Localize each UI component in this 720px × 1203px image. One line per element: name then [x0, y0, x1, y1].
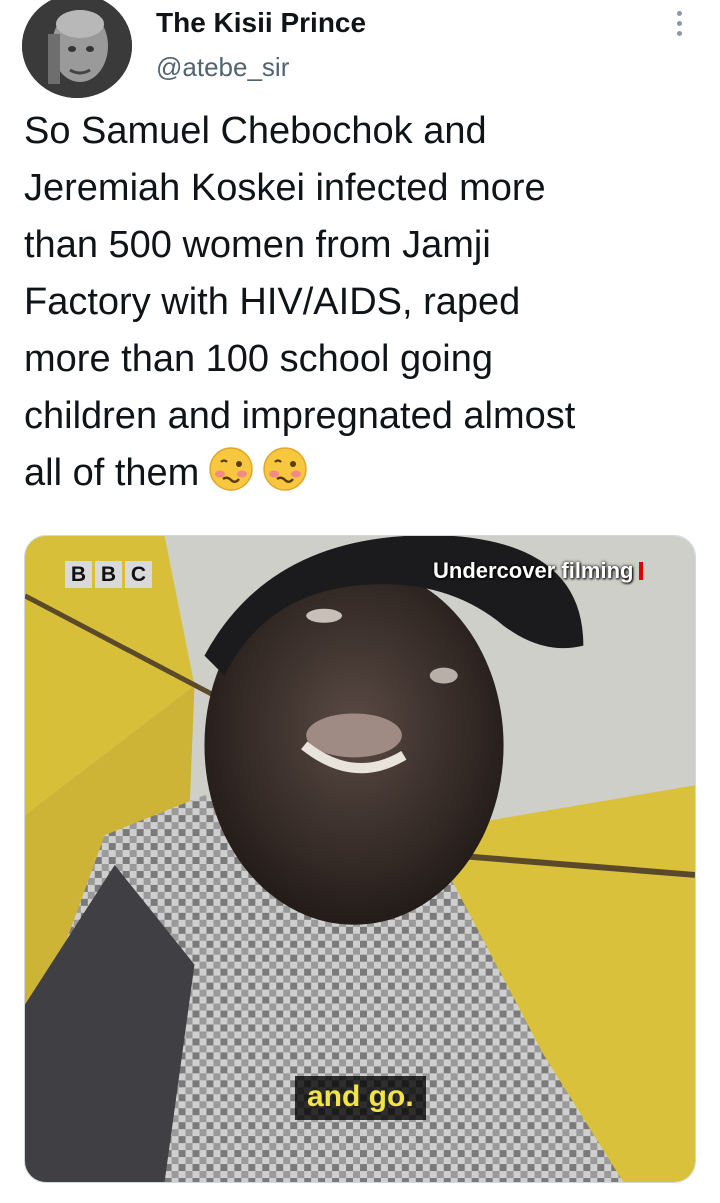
video-overlay-label: Undercover filming: [433, 558, 644, 584]
tweet: The Kisii Prince @atebe_sir So Samuel Ch…: [0, 0, 720, 1203]
handle[interactable]: @atebe_sir: [156, 51, 289, 83]
overlay-label-text: Undercover filming: [433, 558, 634, 583]
avatar[interactable]: [22, 0, 132, 98]
tweet-media-video[interactable]: B B C Undercover filming and go.: [24, 535, 696, 1183]
video-caption: and go.: [295, 1076, 426, 1120]
tweet-body: So Samuel Chebochok and Jeremiah Koskei …: [24, 110, 576, 494]
bbc-logo-letter: B: [65, 561, 92, 588]
more-options-button[interactable]: [664, 6, 694, 40]
emoji-row: [207, 445, 309, 493]
more-vertical-icon-dot: [676, 30, 682, 36]
display-name[interactable]: The Kisii Prince: [156, 6, 366, 40]
woozy-face-icon: [261, 445, 309, 493]
more-vertical-icon: [676, 10, 682, 16]
red-bar-icon: [639, 562, 644, 580]
bbc-logo-letter: B: [95, 561, 122, 588]
tweet-text: So Samuel Chebochok and Jeremiah Koskei …: [24, 103, 704, 502]
more-vertical-icon-dot: [676, 20, 682, 26]
bbc-logo-letter: C: [125, 561, 152, 588]
avatar-image: [22, 0, 132, 98]
bbc-logo: B B C: [65, 561, 152, 588]
woozy-face-icon: [207, 445, 255, 493]
